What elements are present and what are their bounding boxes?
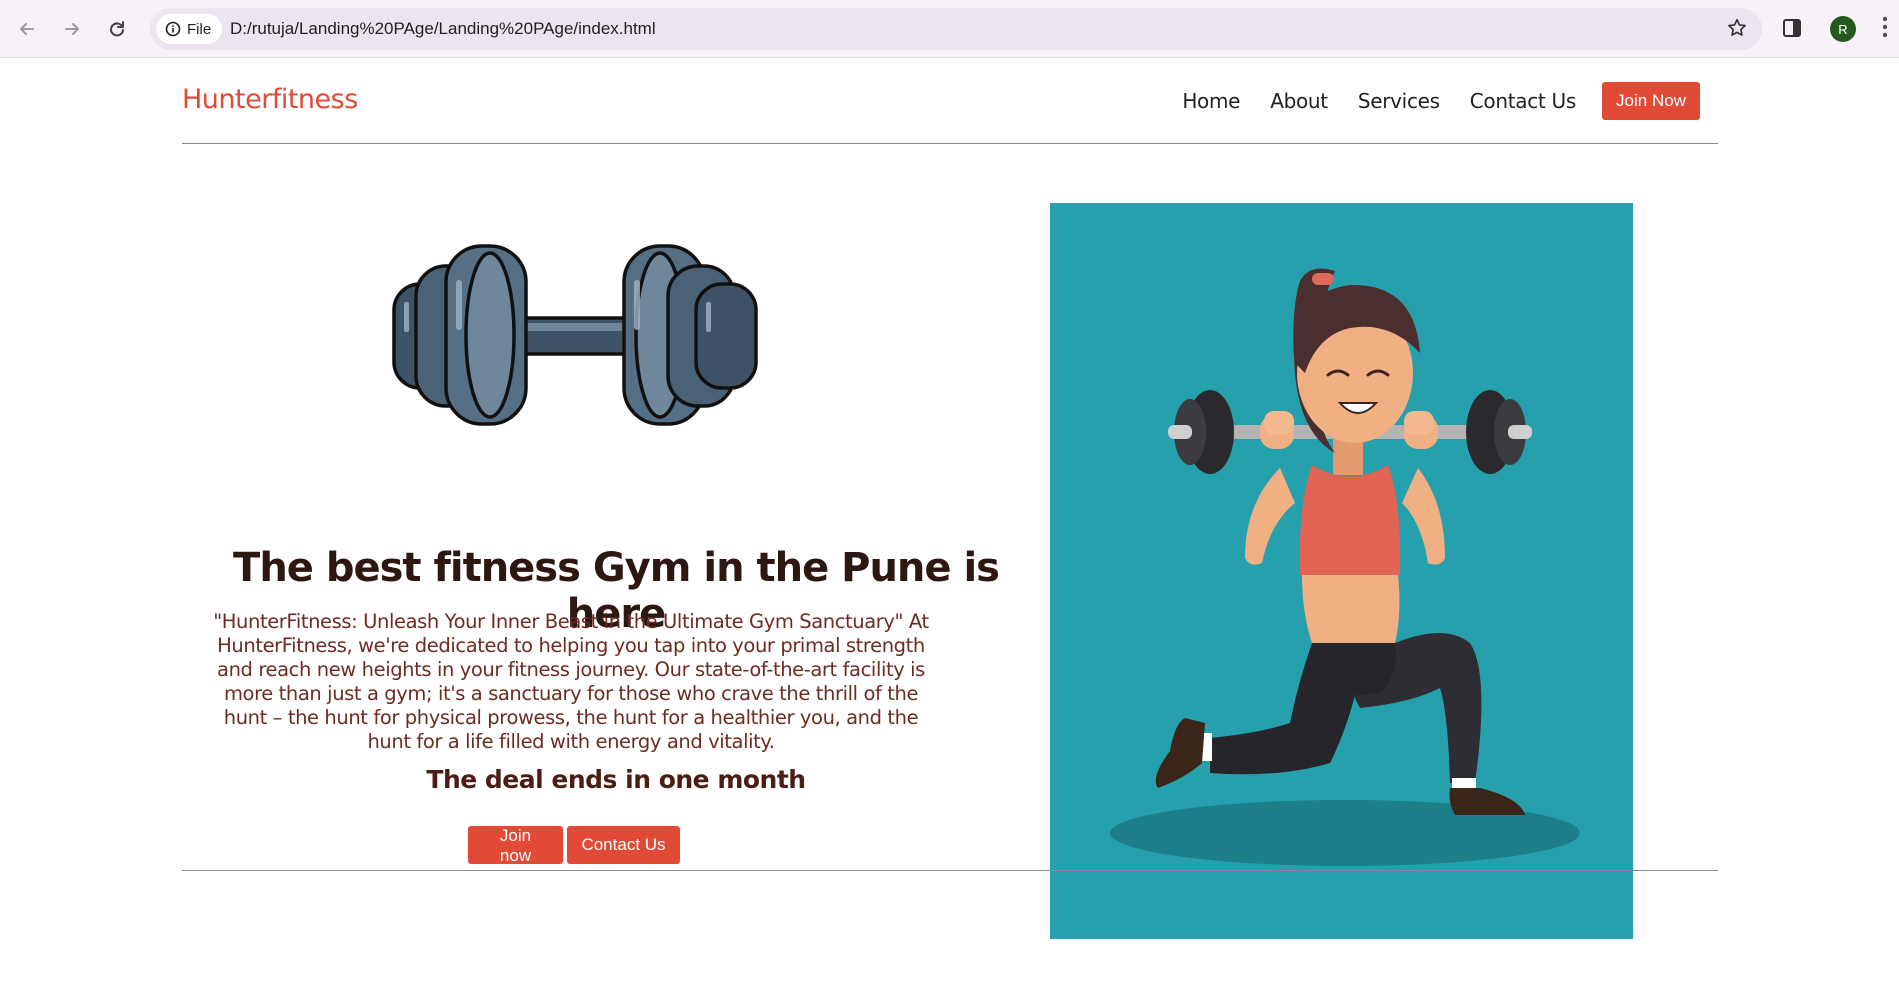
site-info-chip[interactable]: File (156, 14, 222, 44)
divider-top (182, 143, 1718, 144)
hero-buttons: Join now Contact Us (468, 826, 680, 865)
back-icon[interactable] (11, 13, 43, 45)
nav-link-contact[interactable]: Contact Us (1470, 89, 1577, 113)
forward-icon[interactable] (56, 13, 88, 45)
woman-lifting-barbell-image (1110, 268, 1580, 866)
star-icon[interactable] (1726, 17, 1748, 44)
address-bar[interactable]: File D:/rutuja/Landing%20PAge/Landing%20… (150, 8, 1762, 50)
info-icon (165, 21, 181, 37)
hero-text-column: The best fitness Gym in the Pune is here… (182, 145, 1050, 882)
reload-icon[interactable] (101, 13, 133, 45)
nav-link-home[interactable]: Home (1182, 89, 1240, 113)
menu-dots-icon[interactable] (1883, 17, 1887, 41)
url-text[interactable]: D:/rutuja/Landing%20PAge/Landing%20PAge/… (230, 19, 656, 39)
divider-bottom (182, 870, 1718, 871)
join-now-button[interactable]: Join Now (1602, 82, 1700, 120)
browser-toolbar: File D:/rutuja/Landing%20PAge/Landing%20… (0, 0, 1899, 58)
join-now-hero-button[interactable]: Join now (468, 826, 563, 865)
navbar: Hunterfitness Home About Services Contac… (182, 58, 1718, 143)
nav-links: Home About Services Contact Us (1182, 89, 1576, 113)
nav-link-services[interactable]: Services (1358, 89, 1440, 113)
side-panel-icon[interactable] (1781, 17, 1803, 44)
contact-us-hero-button[interactable]: Contact Us (567, 826, 680, 864)
dumbbell-image (392, 244, 758, 426)
site-chip-label: File (187, 20, 212, 38)
hero-description: "HunterFitness: Unleash Your Inner Beast… (213, 610, 929, 753)
avatar[interactable]: R (1830, 16, 1856, 42)
page: Hunterfitness Home About Services Contac… (0, 58, 1899, 1004)
hero-illustration (1050, 203, 1633, 939)
brand-logo[interactable]: Hunterfitness (182, 84, 358, 115)
nav-link-about[interactable]: About (1270, 89, 1328, 113)
deal-text: The deal ends in one month (426, 765, 806, 794)
